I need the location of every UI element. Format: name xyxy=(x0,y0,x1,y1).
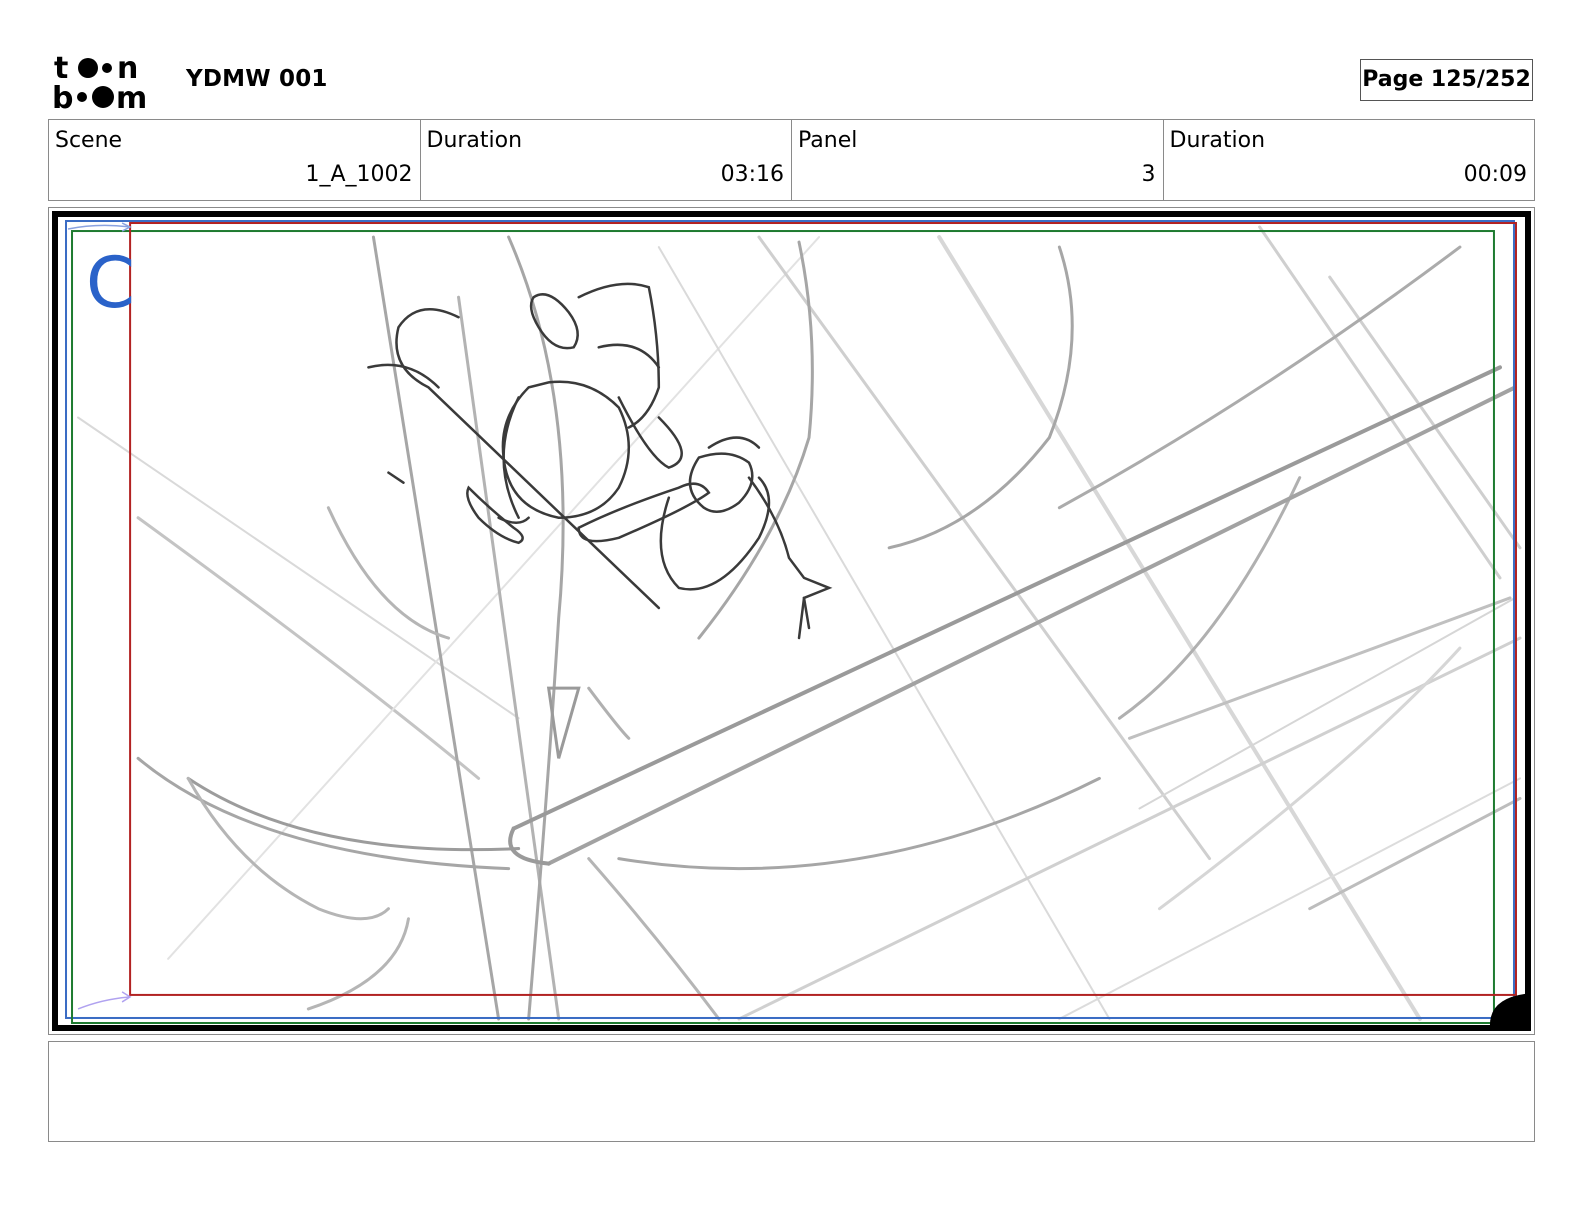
project-title: YDMW 001 xyxy=(186,66,328,92)
scene-duration-value: 03:16 xyxy=(720,162,784,187)
scene-label: Scene xyxy=(55,128,123,153)
panel-label: Panel xyxy=(798,128,858,153)
panel-value: 3 xyxy=(1141,162,1156,187)
panel-duration-value: 00:09 xyxy=(1463,162,1527,187)
svg-text:m: m xyxy=(116,81,147,112)
scene-info-table: Scene 1_A_1002 Duration 03:16 Panel 3 Du… xyxy=(48,119,1535,201)
storyboard-panel: C xyxy=(52,211,1531,1031)
panel-notes-box xyxy=(48,1041,1535,1142)
panel-duration-cell: Duration 00:09 xyxy=(1164,120,1535,200)
scene-value: 1_A_1002 xyxy=(305,162,413,187)
toon-boom-logo: t n b m xyxy=(52,50,164,116)
panel-cell: Panel 3 xyxy=(792,120,1164,200)
storyboard-panel-frame: C xyxy=(48,207,1535,1035)
scene-duration-label: Duration xyxy=(426,128,523,153)
panel-drawing: C xyxy=(58,217,1525,1025)
scene-cell: Scene 1_A_1002 xyxy=(49,120,421,200)
svg-text:b: b xyxy=(52,81,73,112)
panel-duration-label: Duration xyxy=(1169,128,1266,153)
page-indicator: Page 125/252 xyxy=(1360,59,1533,101)
camera-label: C xyxy=(86,242,135,324)
scene-duration-cell: Duration 03:16 xyxy=(421,120,792,200)
